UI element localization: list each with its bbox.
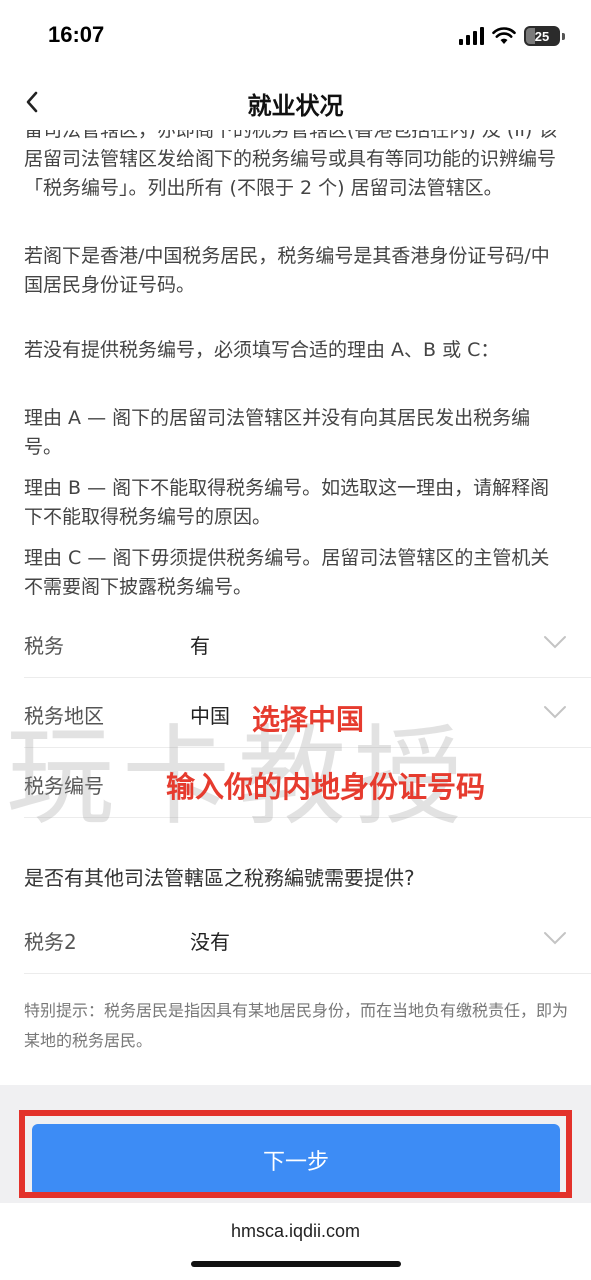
other-jurisdiction-question: 是否有其他司法管轄區之稅務編號需要提供? — [24, 866, 415, 890]
bottom-action-area: 下一步 — [0, 1085, 591, 1203]
annotation-enter-id: 输入你的内地身份证号码 — [166, 770, 486, 804]
tax2-value: 没有 — [190, 930, 230, 954]
reason-a-text: 理由 A — 阁下的居留司法管辖区并没有向其居民发出税务编号。 — [24, 407, 531, 458]
instruction-paragraph-1: 留司法管辖区，亦即阁下的税务管辖区(香港包括在内) 及 (ii) 该居留司法管辖… — [24, 130, 558, 199]
next-button[interactable]: 下一步 — [32, 1124, 560, 1196]
home-indicator[interactable] — [191, 1261, 401, 1267]
special-tip: 特别提示：税务居民是指因具有某地居民身份，而在当地负有缴税责任，即为某地的税务居… — [24, 1001, 569, 1050]
tax2-label: 税务2 — [24, 930, 77, 954]
browser-url-bar: hmsca.iqdii.com — [0, 1203, 591, 1280]
instruction-paragraph-2: 若阁下是香港/中国税务居民，税务编号是其香港身份证号码/中国居民身份证号码。 — [24, 245, 550, 296]
reason-b-text: 理由 B — 阁下不能取得税务编号。如选取这一理由，请解释阁下不能取得税务编号的… — [24, 477, 550, 528]
chevron-down-icon — [544, 636, 566, 649]
url-text[interactable]: hmsca.iqdii.com — [0, 1221, 591, 1242]
chevron-down-icon — [544, 932, 566, 945]
page-title: 就业状况 — [247, 92, 344, 120]
status-icons: 25 — [459, 26, 565, 46]
tax-value: 有 — [190, 634, 210, 658]
chevron-down-icon — [544, 706, 566, 719]
instruction-paragraph-3: 若没有提供税务编号，必须填写合适的理由 A、B 或 C： — [24, 339, 500, 361]
status-bar: 16:07 25 — [0, 0, 591, 74]
annotation-select-china: 选择中国 — [252, 703, 365, 736]
cellular-signal-icon — [459, 27, 484, 45]
tax-region-label: 税务地区 — [24, 704, 104, 728]
battery-level: 25 — [534, 28, 550, 44]
battery-icon: 25 — [524, 26, 560, 46]
tax-select[interactable]: 税务 有 — [0, 610, 591, 678]
tax-region-value: 中国 — [190, 704, 230, 728]
reason-c-text: 理由 C — 阁下毋须提供税务编号。居留司法管辖区的主管机关不需要阁下披露税务编… — [24, 547, 550, 598]
status-time: 16:07 — [48, 22, 105, 47]
form-content[interactable]: 留司法管辖区，亦即阁下的税务管辖区(香港包括在内) 及 (ii) 该居留司法管辖… — [0, 130, 591, 1085]
nav-bar: 就业状况 — [0, 74, 591, 130]
tax-label: 税务 — [24, 634, 64, 658]
tax-number-label: 税务编号 — [24, 774, 104, 798]
wifi-icon — [492, 27, 516, 44]
tax2-select[interactable]: 税务2 没有 — [0, 906, 591, 974]
